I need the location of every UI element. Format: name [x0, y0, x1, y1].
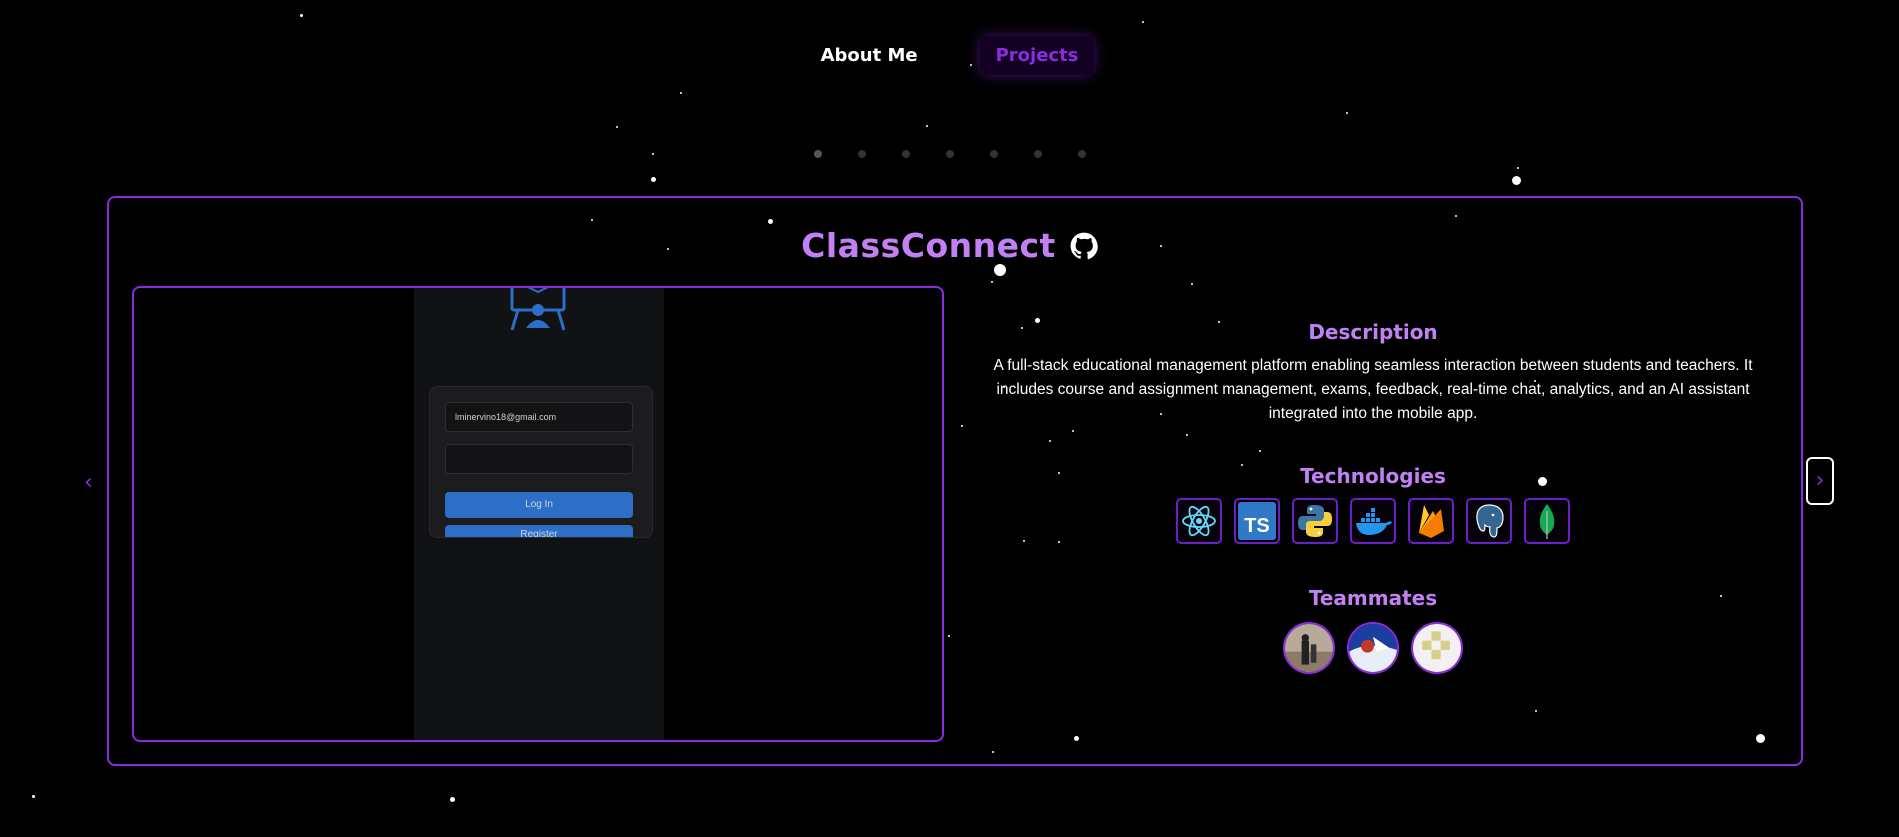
- teammate-avatar-2[interactable]: [1347, 622, 1399, 674]
- star: [680, 92, 682, 94]
- carousel-dot[interactable]: [857, 150, 866, 158]
- technologies-heading: Technologies: [1300, 464, 1446, 488]
- carousel-dot[interactable]: [813, 150, 822, 158]
- teammates-heading: Teammates: [1308, 586, 1438, 610]
- register-button: Register: [445, 525, 633, 537]
- teammates-list: [973, 622, 1773, 674]
- email-field: lminervino18@gmail.com: [445, 402, 633, 432]
- nav-about-me[interactable]: About Me: [805, 36, 934, 75]
- teacher-logo-icon: [510, 288, 566, 331]
- star: [616, 126, 618, 128]
- nav-projects[interactable]: Projects: [979, 36, 1095, 75]
- star: [1512, 176, 1521, 185]
- star: [651, 177, 656, 182]
- teammate-avatar-1[interactable]: [1283, 622, 1335, 674]
- carousel-dot[interactable]: [1033, 150, 1042, 158]
- star: [926, 125, 928, 127]
- password-field: [445, 444, 633, 474]
- carousel-dot[interactable]: [945, 150, 954, 158]
- login-button: Log In: [445, 492, 633, 518]
- react-icon: [1176, 498, 1222, 544]
- carousel-dot[interactable]: [989, 150, 998, 158]
- project-description: A full-stack educational management plat…: [993, 357, 1753, 422]
- star: [300, 14, 303, 17]
- github-icon[interactable]: [1070, 232, 1098, 260]
- docker-icon: [1350, 498, 1396, 544]
- project-title: ClassConnect: [801, 226, 1056, 265]
- project-header: ClassConnect: [0, 226, 1899, 265]
- star: [450, 797, 455, 802]
- star: [32, 795, 35, 798]
- typescript-icon: TS: [1234, 498, 1280, 544]
- next-project-button[interactable]: ›: [1806, 457, 1834, 505]
- svg-text:TS: TS: [1244, 515, 1270, 537]
- python-icon: [1292, 498, 1338, 544]
- carousel-dot[interactable]: [1077, 150, 1086, 158]
- teammate-avatar-3[interactable]: [1411, 622, 1463, 674]
- project-info: Description A full-stack educational man…: [973, 320, 1773, 674]
- technologies-list: TS: [973, 498, 1773, 544]
- project-preview: lminervino18@gmail.com Log In Register: [132, 286, 944, 742]
- prev-project-button[interactable]: ‹: [84, 470, 93, 495]
- carousel-dot[interactable]: [901, 150, 910, 158]
- description-heading: Description: [1308, 320, 1438, 344]
- postgresql-icon: [1466, 498, 1512, 544]
- top-nav: About Me Projects: [0, 36, 1899, 75]
- mongodb-icon: [1524, 498, 1570, 544]
- star: [1346, 112, 1348, 114]
- star: [1517, 167, 1519, 169]
- firebase-icon: [1408, 498, 1454, 544]
- carousel-indicators: [0, 150, 1899, 158]
- login-form: lminervino18@gmail.com Log In Register: [429, 386, 653, 538]
- star: [1142, 21, 1144, 23]
- app-screenshot: lminervino18@gmail.com Log In Register: [414, 288, 664, 740]
